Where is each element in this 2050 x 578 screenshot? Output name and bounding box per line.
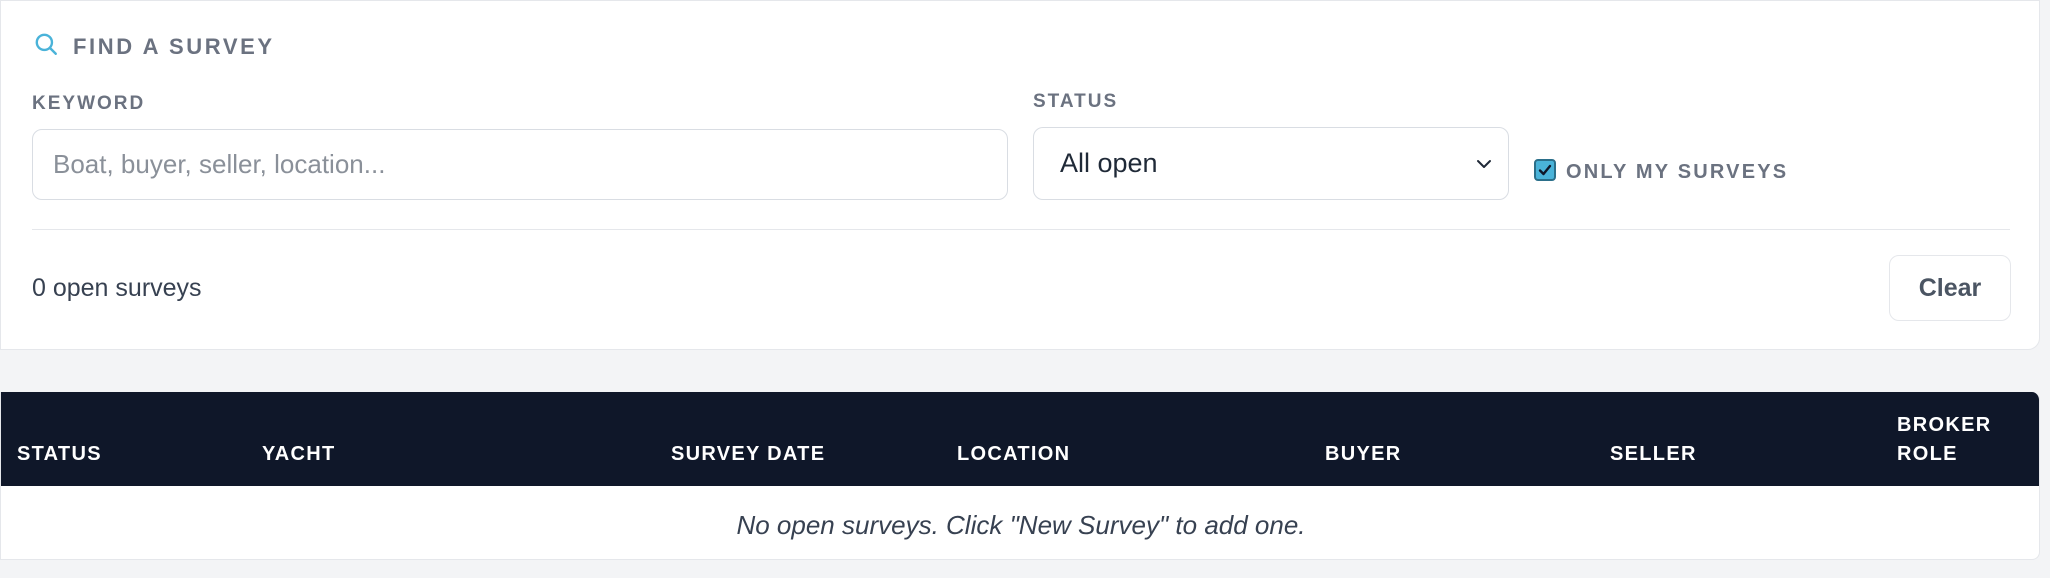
column-header-broker-role[interactable]: BROKER ROLE	[1897, 411, 2017, 469]
filter-card-header: FIND A SURVEY	[33, 31, 275, 62]
keyword-label: KEYWORD	[32, 93, 146, 114]
only-my-surveys-label: ONLY MY SURVEYS	[1566, 161, 1789, 183]
column-header-yacht[interactable]: YACHT	[262, 440, 336, 469]
only-my-surveys-checkbox[interactable]	[1534, 158, 1556, 181]
column-header-location[interactable]: LOCATION	[957, 440, 1070, 469]
status-selected-value: All open	[1060, 148, 1158, 178]
filter-divider	[32, 229, 2010, 230]
surveys-table: STATUS YACHT SURVEY DATE LOCATION BUYER …	[0, 392, 2040, 560]
only-my-surveys-toggle[interactable]: ONLY MY SURVEYS	[1534, 158, 1789, 183]
keyword-search-input[interactable]	[32, 129, 1008, 200]
column-header-status[interactable]: STATUS	[17, 440, 102, 469]
chevron-down-icon	[1477, 160, 1491, 168]
result-count: 0 open surveys	[32, 274, 202, 302]
filter-card-title: FIND A SURVEY	[73, 33, 275, 59]
search-icon	[33, 31, 59, 62]
clear-filters-button[interactable]: Clear	[1889, 255, 2011, 321]
column-header-buyer[interactable]: BUYER	[1325, 440, 1402, 469]
column-header-survey-date[interactable]: SURVEY DATE	[671, 440, 825, 469]
table-empty-message: No open surveys. Click "New Survey" to a…	[736, 509, 1306, 540]
search-filter-card: FIND A SURVEY KEYWORD STATUS All open ON…	[0, 0, 2040, 350]
table-header: STATUS YACHT SURVEY DATE LOCATION BUYER …	[1, 392, 2039, 486]
check-icon	[1538, 164, 1552, 175]
column-header-seller[interactable]: SELLER	[1610, 440, 1697, 469]
status-label: STATUS	[1033, 91, 1119, 112]
status-select[interactable]: All open	[1033, 127, 1509, 200]
